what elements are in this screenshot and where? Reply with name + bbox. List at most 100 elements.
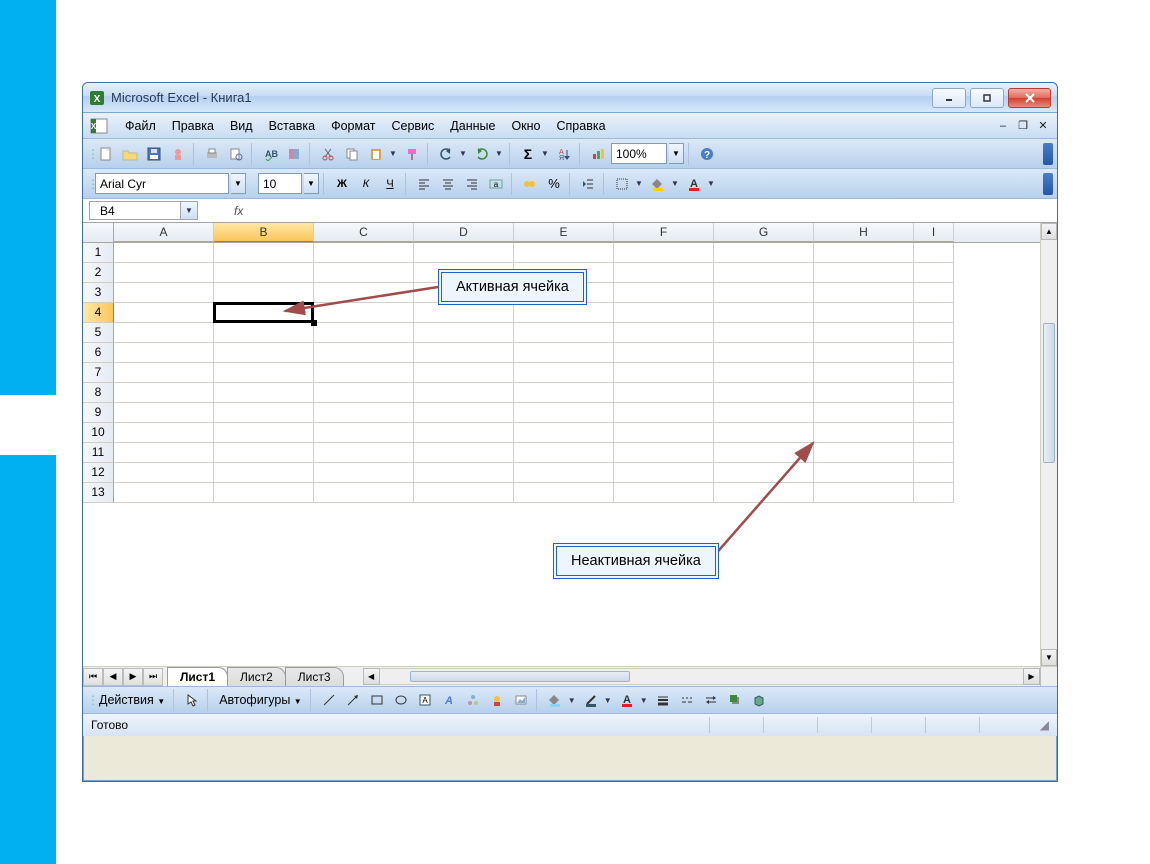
col-header-H[interactable]: H (814, 223, 914, 242)
row-header-3[interactable]: 3 (83, 283, 114, 303)
name-box-dropdown-icon[interactable]: ▼ (181, 201, 198, 220)
cell[interactable] (414, 463, 514, 483)
format-painter-icon[interactable] (401, 143, 423, 165)
redo-icon[interactable] (471, 143, 493, 165)
diagram-icon[interactable] (462, 689, 484, 711)
percent-icon[interactable]: % (543, 173, 565, 195)
cell[interactable] (814, 463, 914, 483)
cell[interactable] (314, 303, 414, 323)
cell[interactable] (414, 363, 514, 383)
cell[interactable] (914, 403, 954, 423)
copy-icon[interactable] (341, 143, 363, 165)
name-box[interactable]: B4 (89, 201, 181, 220)
fill-dropdown-icon[interactable]: ▼ (671, 179, 681, 188)
cell[interactable] (414, 483, 514, 503)
cell[interactable] (914, 283, 954, 303)
doc-close-button[interactable]: ✕ (1035, 119, 1051, 133)
cell[interactable] (714, 363, 814, 383)
font-color-shape-icon[interactable]: A (616, 689, 638, 711)
menu-format[interactable]: Формат (323, 116, 383, 136)
row-header-10[interactable]: 10 (83, 423, 114, 443)
cell[interactable] (614, 363, 714, 383)
cell[interactable] (514, 403, 614, 423)
align-right-icon[interactable] (461, 173, 483, 195)
cell[interactable] (114, 463, 214, 483)
cell[interactable] (714, 423, 814, 443)
fontcolor-dropdown-icon[interactable]: ▼ (707, 179, 717, 188)
row-header-5[interactable]: 5 (83, 323, 114, 343)
cell[interactable] (614, 443, 714, 463)
row-header-8[interactable]: 8 (83, 383, 114, 403)
cell[interactable] (414, 443, 514, 463)
arrow-style-icon[interactable] (700, 689, 722, 711)
insert-picture-icon[interactable] (510, 689, 532, 711)
row-header-1[interactable]: 1 (83, 243, 114, 263)
zoom-box[interactable]: 100% (611, 143, 667, 164)
shadow-style-icon[interactable] (724, 689, 746, 711)
cell[interactable] (514, 243, 614, 263)
cell[interactable] (714, 323, 814, 343)
cell[interactable] (814, 303, 914, 323)
cell[interactable] (314, 323, 414, 343)
cell[interactable] (214, 483, 314, 503)
cell[interactable] (314, 423, 414, 443)
cell[interactable] (314, 263, 414, 283)
col-header-I[interactable]: I (914, 223, 954, 242)
cell[interactable] (714, 463, 814, 483)
cell[interactable] (714, 303, 814, 323)
paste-dropdown-icon[interactable]: ▼ (389, 149, 399, 158)
cell[interactable] (314, 483, 414, 503)
cell[interactable] (614, 263, 714, 283)
resize-grip-icon[interactable]: ◢ (1033, 718, 1049, 732)
font-name-box[interactable]: Arial Cyr (95, 173, 229, 194)
tab-nav-first-icon[interactable]: ⏮ (83, 668, 103, 686)
new-icon[interactable] (95, 143, 117, 165)
menu-help[interactable]: Справка (549, 116, 614, 136)
cell[interactable] (514, 483, 614, 503)
sheet-tab-1[interactable]: Лист1 (167, 667, 228, 686)
cell[interactable] (314, 363, 414, 383)
autoshapes-button[interactable]: Автофигуры ▼ (215, 693, 306, 707)
3d-style-icon[interactable] (748, 689, 770, 711)
italic-button[interactable]: К (355, 173, 377, 195)
line-style-icon[interactable] (652, 689, 674, 711)
cell[interactable] (114, 363, 214, 383)
cell[interactable] (114, 243, 214, 263)
menu-window[interactable]: Окно (503, 116, 548, 136)
scroll-down-icon[interactable]: ▼ (1041, 649, 1057, 666)
sheet-tab-2[interactable]: Лист2 (227, 667, 286, 686)
cell[interactable] (914, 383, 954, 403)
cell[interactable] (214, 423, 314, 443)
col-header-B[interactable]: B (214, 223, 314, 242)
cell[interactable] (714, 283, 814, 303)
col-header-F[interactable]: F (614, 223, 714, 242)
cell[interactable] (414, 403, 514, 423)
cell[interactable] (514, 363, 614, 383)
print-preview-icon[interactable] (225, 143, 247, 165)
minimize-button[interactable] (932, 88, 966, 108)
cell[interactable] (614, 283, 714, 303)
cell[interactable] (914, 483, 954, 503)
cell[interactable] (914, 423, 954, 443)
cell[interactable] (614, 463, 714, 483)
cell[interactable] (114, 323, 214, 343)
fill-handle[interactable] (311, 320, 317, 326)
cell[interactable] (814, 263, 914, 283)
toolbar-options-icon[interactable] (1043, 143, 1053, 165)
cell[interactable] (914, 243, 954, 263)
cell[interactable] (914, 363, 954, 383)
permission-icon[interactable] (167, 143, 189, 165)
oval-icon[interactable] (390, 689, 412, 711)
cell[interactable] (314, 243, 414, 263)
fill-shape-dropdown-icon[interactable]: ▼ (568, 696, 578, 705)
font-dropdown-icon[interactable]: ▼ (231, 173, 246, 194)
maximize-button[interactable] (970, 88, 1004, 108)
borders-dropdown-icon[interactable]: ▼ (635, 179, 645, 188)
cell[interactable] (414, 243, 514, 263)
cell[interactable] (614, 303, 714, 323)
cell[interactable] (814, 343, 914, 363)
cell[interactable] (114, 283, 214, 303)
scroll-left-icon[interactable]: ◀ (363, 668, 380, 685)
bold-button[interactable]: Ж (331, 173, 353, 195)
row-header-4[interactable]: 4 (83, 303, 114, 323)
